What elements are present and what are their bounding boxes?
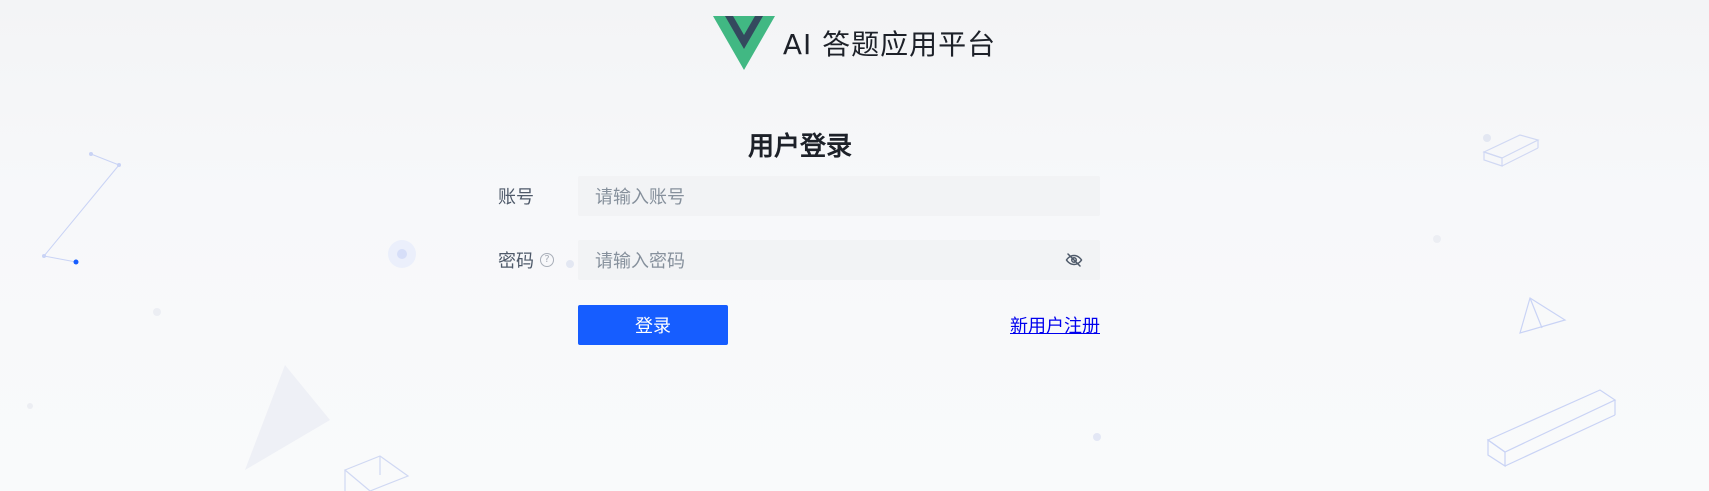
app-title: AI 答题应用平台 <box>782 28 997 61</box>
password-placeholder: 请输入密码 <box>595 251 685 272</box>
question-circle-icon[interactable]: ? <box>540 253 554 267</box>
account-placeholder: 请输入账号 <box>595 187 685 208</box>
password-label: 密码 ? <box>498 247 578 273</box>
account-label-text: 账号 <box>498 187 534 208</box>
account-label: 账号 <box>498 183 578 209</box>
login-button[interactable]: 登录 <box>578 305 728 345</box>
login-title: 用户登录 <box>747 132 852 162</box>
password-label-text: 密码 <box>498 251 534 272</box>
register-link[interactable]: 新用户注册 <box>1010 312 1100 338</box>
vue-logo-icon <box>712 16 775 70</box>
eye-off-icon[interactable] <box>1065 251 1083 269</box>
actions-row: 登录 新用户注册 <box>578 305 1100 345</box>
account-input[interactable]: 请输入账号 <box>578 176 1100 216</box>
account-row: 账号 请输入账号 <box>498 176 1100 216</box>
app-header: AI 答题应用平台 <box>0 16 1709 70</box>
password-row: 密码 ? 请输入密码 <box>498 240 1100 280</box>
password-input[interactable]: 请输入密码 <box>578 240 1100 280</box>
